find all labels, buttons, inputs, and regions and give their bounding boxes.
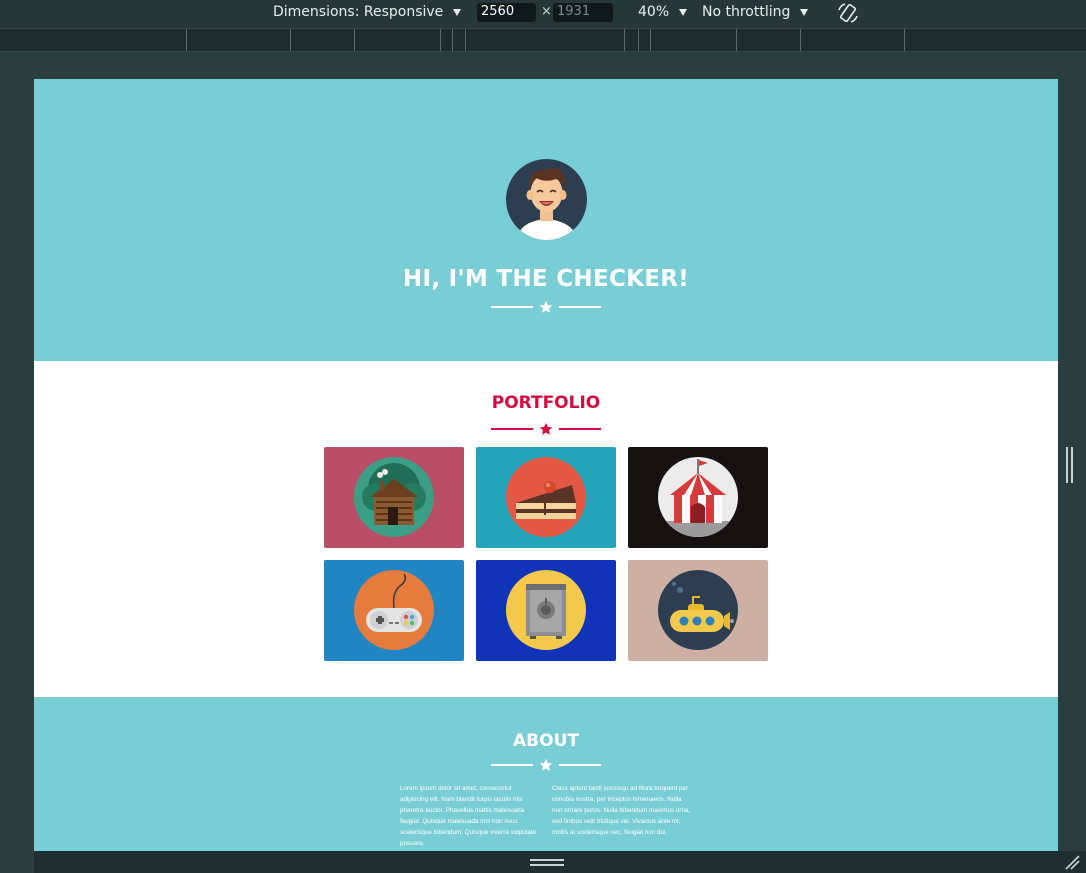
about-section: ABOUT Lorem ipsum dolor sit amet, consec…	[34, 697, 1058, 851]
about-text-right: Class aptent taciti sociosqu ad litora t…	[552, 785, 691, 836]
portfolio-item-cake[interactable]	[476, 447, 616, 548]
cake-icon	[506, 457, 586, 537]
portfolio-divider	[491, 422, 601, 436]
portfolio-section: PORTFOLIO	[34, 361, 1058, 697]
throttling-dropdown[interactable]: No throttling	[702, 4, 809, 20]
dimensions-label: Dimensions: Responsive	[273, 4, 444, 20]
about-text-left: Lorem ipsum dolor sit amet, consectetur …	[400, 785, 537, 847]
devtools-toolbar: Dimensions: Responsive 2560 × 1931 40% N…	[0, 0, 1086, 28]
portfolio-title: PORTFOLIO	[491, 393, 601, 413]
width-input[interactable]: 2560	[477, 3, 536, 22]
bottom-resize-grip[interactable]	[530, 859, 564, 866]
times-symbol: ×	[541, 4, 552, 19]
portfolio-item-cabin[interactable]	[324, 447, 464, 548]
avatar	[506, 159, 587, 240]
safe-icon	[506, 570, 586, 650]
star-icon	[539, 422, 553, 435]
game-controller-icon	[354, 570, 434, 650]
circus-tent-icon	[658, 457, 738, 537]
rotate-icon[interactable]	[836, 1, 860, 25]
star-icon	[539, 300, 553, 313]
avatar-icon	[516, 167, 578, 240]
hero-header: HI, I'M THE CHECKER!	[34, 79, 1058, 361]
cabin-icon	[354, 457, 434, 537]
portfolio-item-game-controller[interactable]	[324, 560, 464, 661]
chevron-down-icon	[679, 8, 688, 16]
hero-divider	[491, 300, 601, 314]
about-divider	[491, 758, 601, 772]
portfolio-item-submarine[interactable]	[628, 560, 768, 661]
hero-title: HI, I'M THE CHECKER!	[402, 266, 690, 292]
star-icon	[539, 758, 553, 771]
zoom-label: 40%	[638, 4, 670, 20]
corner-resize-icon[interactable]	[1064, 854, 1080, 870]
emulated-viewport[interactable]: HI, I'M THE CHECKER! PORTFOLIO ABOUT Lor…	[34, 79, 1058, 851]
height-input[interactable]: 1931	[553, 3, 613, 22]
chevron-down-icon	[453, 8, 462, 16]
submarine-icon	[658, 570, 738, 650]
right-resize-handle[interactable]	[1066, 447, 1074, 483]
about-title: ABOUT	[513, 731, 579, 751]
chevron-down-icon	[800, 8, 809, 16]
throttling-label: No throttling	[702, 4, 791, 20]
portfolio-item-safe[interactable]	[476, 560, 616, 661]
zoom-dropdown[interactable]: 40%	[638, 4, 688, 20]
portfolio-item-circus-tent[interactable]	[628, 447, 768, 548]
bottom-resize-bar[interactable]	[34, 851, 1086, 873]
media-query-ruler[interactable]	[0, 28, 1086, 52]
dimensions-dropdown[interactable]: Dimensions: Responsive	[273, 4, 462, 20]
